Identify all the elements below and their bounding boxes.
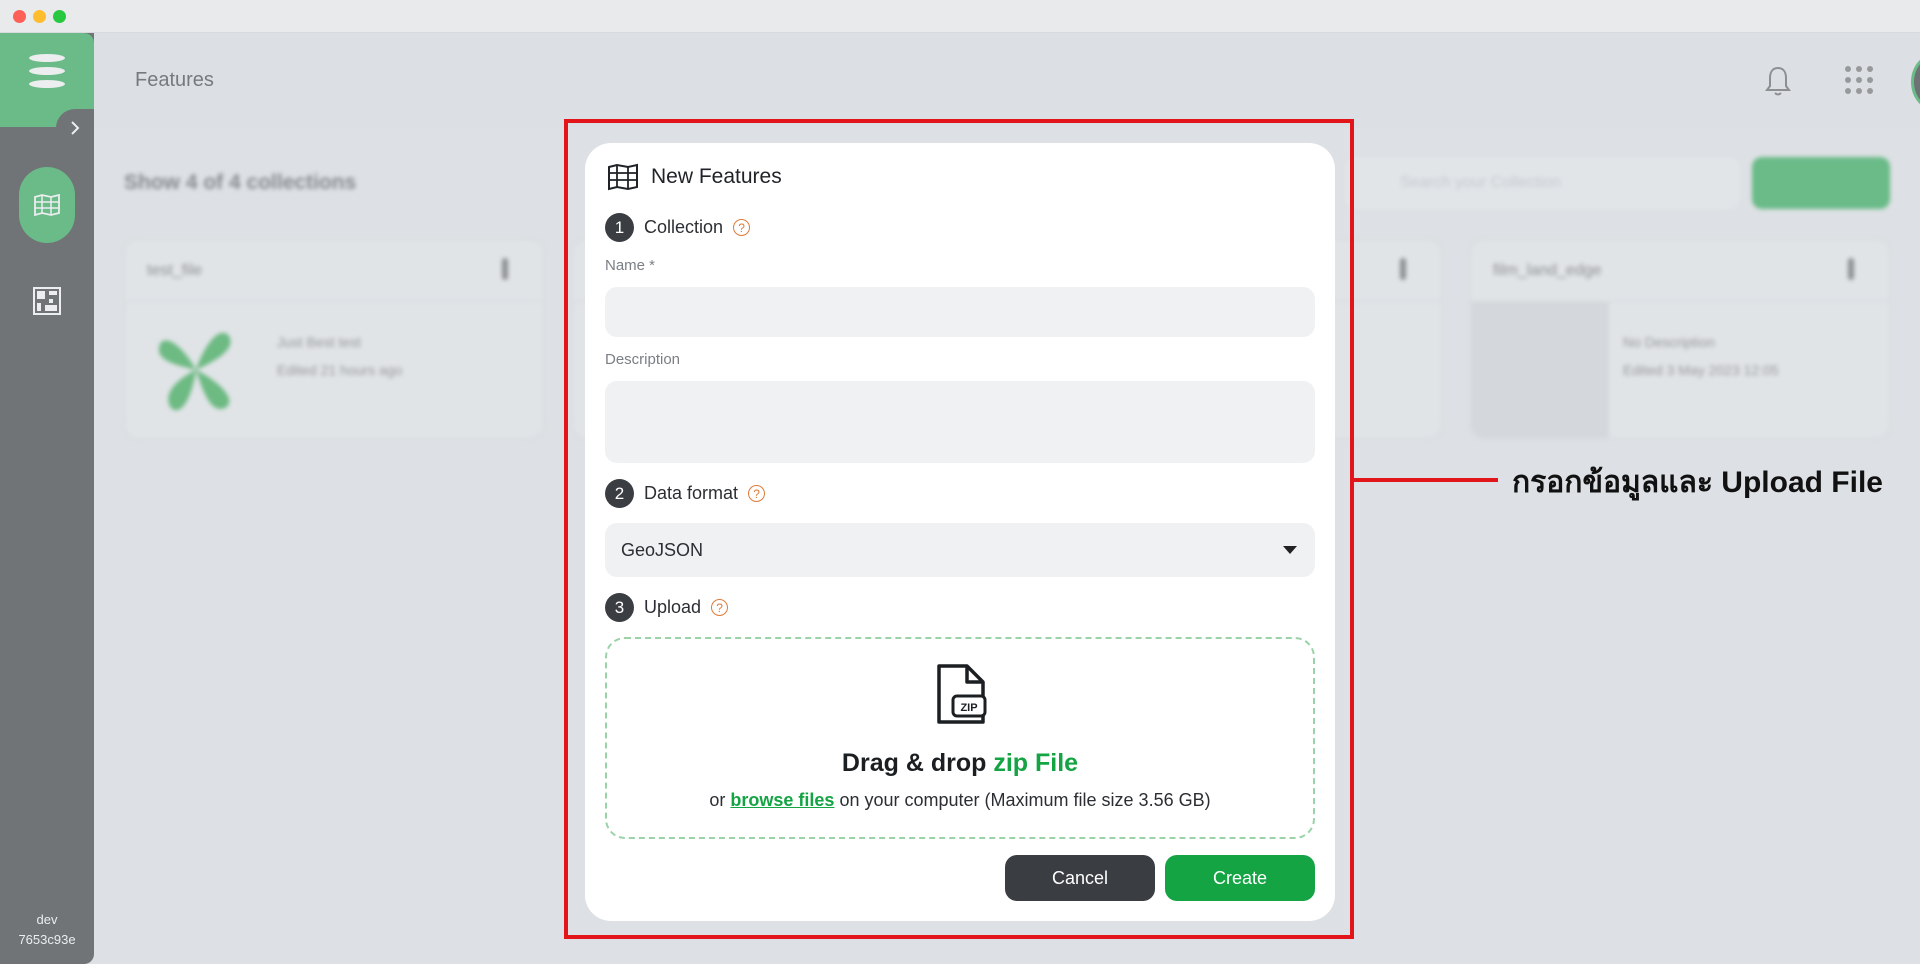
help-icon[interactable]: ? (733, 219, 751, 236)
new-features-dialog: New Features 1 Collection ? Name * Descr… (585, 143, 1335, 921)
cancel-button[interactable]: Cancel (1005, 855, 1155, 901)
map-grid-icon (608, 163, 638, 191)
data-format-value: GeoJSON (621, 539, 704, 560)
help-icon[interactable]: ? (711, 599, 729, 616)
step-label: Upload (644, 597, 702, 617)
dropzone-title-accent: zip File (993, 749, 1079, 777)
window-minimize-button[interactable] (33, 10, 46, 23)
dropzone-sub-prefix: or (709, 790, 726, 810)
callout-line (1354, 478, 1498, 482)
zip-badge-text: ZIP (960, 702, 977, 714)
dropzone-title-prefix: Drag & drop (841, 749, 987, 777)
caret-down-icon (1283, 546, 1297, 554)
window-titlebar (0, 0, 1920, 33)
window-zoom-button[interactable] (53, 10, 66, 23)
dialog-title: New Features (651, 165, 782, 188)
step-number: 3 (605, 593, 634, 622)
dropzone-sub-suffix: on your computer (Maximum file size 3.56… (839, 790, 1211, 810)
dropzone-title: Drag & drop zip File (607, 749, 1313, 778)
step-number: 1 (605, 213, 634, 242)
app-shell: dev 7653c93e Features Show 4 of 4 collec… (0, 33, 1920, 964)
help-icon[interactable]: ? (748, 485, 766, 502)
browse-files-link[interactable]: browse files (730, 790, 834, 810)
description-input[interactable] (605, 381, 1315, 463)
description-label: Description (605, 351, 681, 368)
data-format-select[interactable]: GeoJSON (605, 523, 1315, 577)
step-label: Data format (644, 483, 739, 503)
step-number: 2 (605, 479, 634, 508)
dropzone-subtitle: or browse files on your computer (Maximu… (607, 790, 1313, 811)
callout-text: กรอกข้อมูลและ Upload File (1512, 466, 1883, 499)
name-label: Name * (605, 257, 656, 274)
window-close-button[interactable] (13, 10, 26, 23)
create-button[interactable]: Create (1165, 855, 1315, 901)
step-label: Collection (644, 217, 724, 237)
zip-file-icon: ZIP (937, 664, 987, 724)
file-dropzone[interactable]: ZIP Drag & drop zip File or browse files… (605, 637, 1315, 839)
step-data-format: 2 Data format ? (605, 479, 766, 508)
name-input[interactable] (605, 287, 1315, 337)
dialog-header: New Features (607, 163, 782, 191)
step-collection: 1 Collection ? (605, 213, 751, 242)
step-upload: 3 Upload ? (605, 593, 729, 622)
